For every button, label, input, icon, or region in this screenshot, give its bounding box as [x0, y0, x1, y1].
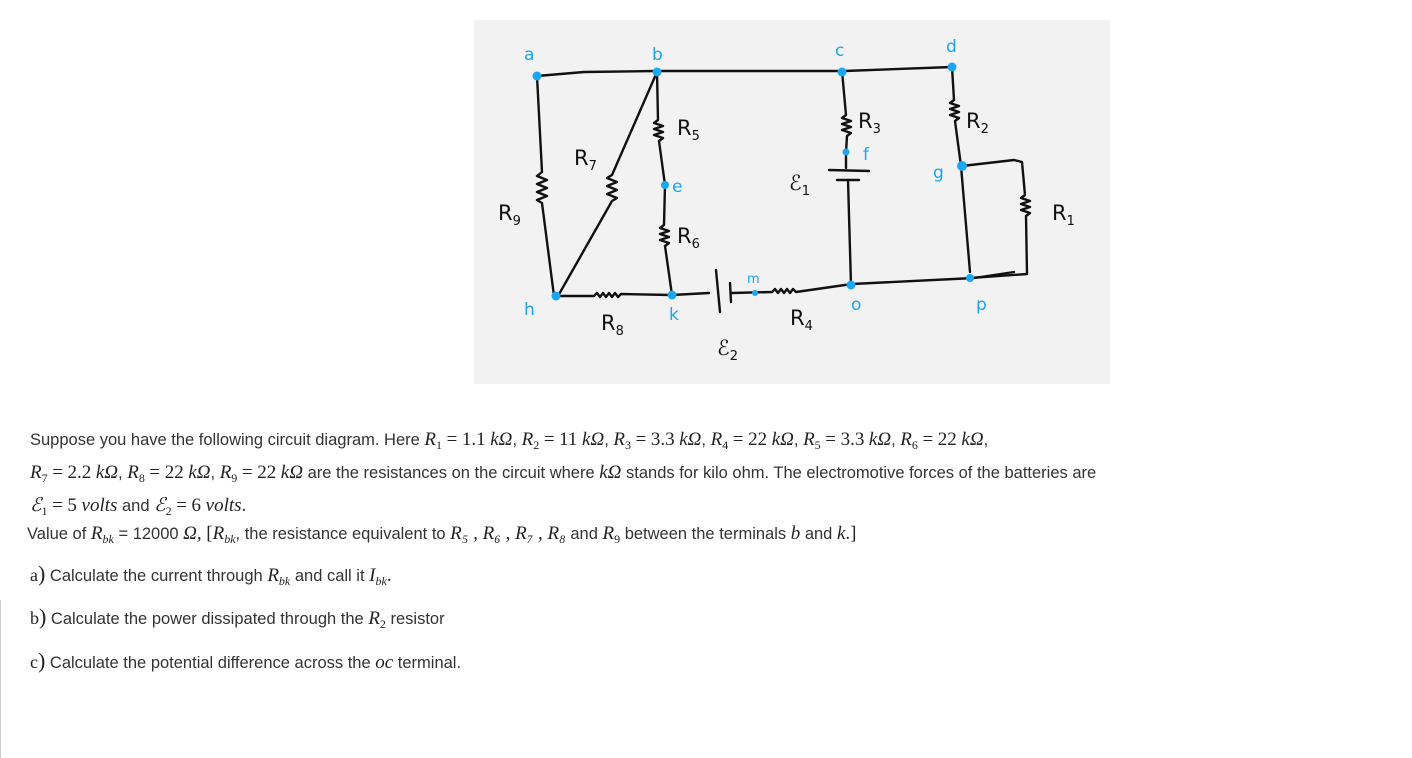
r1-value: 1.1 — [461, 429, 486, 450]
node-c — [837, 67, 847, 77]
node-label-c: c — [835, 41, 844, 61]
r5-value: 3.3 — [840, 429, 865, 450]
node-m — [752, 290, 758, 296]
rbk-value: 12000 — [132, 525, 179, 543]
wire-e1-o — [846, 178, 853, 287]
wire-b-h-r7 — [556, 70, 659, 298]
question-a-label: a — [30, 565, 38, 585]
node-o — [846, 280, 856, 290]
node-label-p: p — [976, 295, 987, 315]
left-border-line — [0, 600, 1, 758]
circuit-svg: a b c d e f g h k m o p R1 R2 R3 R4 R5 R… — [498, 37, 1075, 364]
node-label-k: k — [669, 305, 679, 325]
label-e2: ℰ2 — [717, 336, 738, 364]
node-k — [667, 290, 677, 300]
wire-r1-loop — [960, 158, 1032, 280]
node-h — [551, 291, 561, 301]
node-d — [947, 62, 957, 72]
wire-a-h — [535, 74, 556, 298]
e1-value: 5 — [67, 495, 77, 516]
node-label-o: o — [851, 295, 861, 315]
node-label-h: h — [524, 300, 535, 320]
node-label-m: m — [747, 272, 760, 287]
label-r9: R9 — [498, 201, 521, 229]
r8-value: 22 — [164, 462, 184, 483]
label-r7: R7 — [574, 146, 597, 174]
question-b-label: b — [30, 608, 39, 628]
node-label-e: e — [672, 177, 682, 197]
node-label-a: a — [524, 45, 534, 65]
rbk-statement: Value of Rbk = 12000 Ω, [Rbk, the resist… — [27, 523, 857, 546]
circuit-diagram: a b c d e f g h k m o p R1 R2 R3 R4 R5 R… — [474, 20, 1110, 384]
r4-value: 22 — [748, 429, 768, 450]
question-a: a) Calculate the current through Rbk and… — [30, 561, 392, 588]
intro-text: Suppose you have the following circuit d… — [30, 431, 420, 449]
wire-g-p — [959, 164, 972, 274]
node-g — [957, 161, 967, 171]
label-r8: R8 — [601, 311, 624, 339]
node-label-f: f — [863, 145, 870, 165]
label-r2: R2 — [966, 109, 989, 137]
label-r5: R5 — [677, 116, 700, 144]
wire-bottom — [552, 291, 711, 299]
r7-value: 2.2 — [67, 462, 92, 483]
label-r1: R1 — [1052, 201, 1075, 229]
node-f — [842, 148, 850, 156]
node-label-b: b — [652, 45, 663, 65]
node-a — [532, 71, 542, 81]
r3-value: 3.3 — [650, 429, 675, 450]
r6-value: 22 — [937, 429, 957, 450]
node-b — [652, 67, 662, 77]
battery-e2-long — [714, 268, 722, 314]
label-r6: R6 — [677, 224, 700, 252]
question-c: c) Calculate the potential difference ac… — [30, 648, 462, 673]
question-b: b) Calculate the power dissipated throug… — [30, 604, 445, 631]
node-label-d: d — [946, 37, 957, 57]
e2-value: 6 — [191, 495, 202, 516]
r9-value: 22 — [257, 462, 277, 483]
node-label-g: g — [933, 163, 944, 183]
node-e — [661, 181, 669, 189]
wire-top — [535, 65, 954, 78]
battery-e1-long — [827, 168, 871, 173]
node-p — [966, 274, 974, 282]
question-c-label: c — [30, 652, 38, 672]
label-r3: R3 — [858, 109, 881, 137]
wire-d-g — [948, 65, 963, 168]
label-r4: R4 — [790, 306, 813, 334]
battery-e2-short — [728, 281, 733, 304]
problem-statement: Suppose you have the following circuit d… — [30, 429, 1097, 518]
r2-value: 11 — [559, 429, 578, 450]
label-e1: ℰ1 — [789, 171, 810, 199]
